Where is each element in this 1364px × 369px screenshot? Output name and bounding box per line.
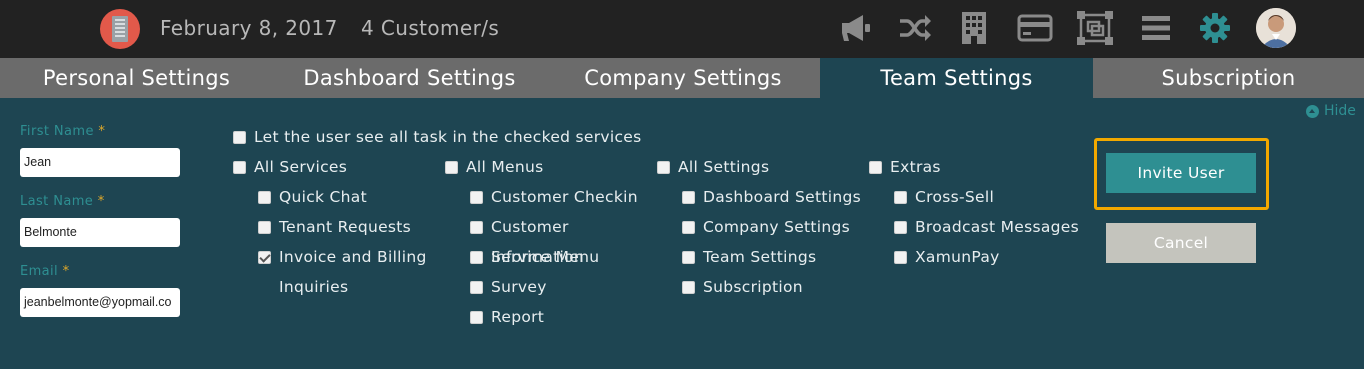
checkbox-icon xyxy=(682,190,695,204)
building-logo-icon[interactable] xyxy=(100,9,140,49)
menu-icon[interactable] xyxy=(1141,11,1171,45)
checkbox-icon xyxy=(233,130,246,144)
megaphone-icon[interactable] xyxy=(838,11,874,45)
chevron-up-icon xyxy=(1306,104,1319,118)
cancel-button[interactable]: Cancel xyxy=(1106,223,1256,263)
checkbox-icon xyxy=(258,190,271,204)
team-settings-checkbox[interactable]: Team Settings xyxy=(682,248,816,266)
checkmark-icon xyxy=(258,250,271,264)
checkbox-icon xyxy=(470,250,483,264)
checkbox-icon xyxy=(869,160,882,174)
see-all-tasks-checkbox[interactable]: Let the user see all task in the checked… xyxy=(233,128,642,146)
checkbox-icon xyxy=(894,220,907,234)
report-checkbox[interactable]: Report xyxy=(470,308,544,326)
checkbox-icon xyxy=(470,190,483,204)
extras-checkbox[interactable]: Extras xyxy=(869,158,941,176)
checkbox-icon xyxy=(445,160,458,174)
credit-card-icon[interactable] xyxy=(1017,11,1053,45)
checkbox-icon xyxy=(258,220,271,234)
first-name-field[interactable]: Jean xyxy=(20,148,180,177)
checkbox-icon xyxy=(682,280,695,294)
all-services-checkbox[interactable]: All Services xyxy=(233,158,347,176)
tenant-requests-checkbox[interactable]: Tenant Requests xyxy=(258,218,411,236)
broadcast-messages-checkbox[interactable]: Broadcast Messages xyxy=(894,218,1079,236)
gear-icon[interactable] xyxy=(1199,11,1231,45)
quick-chat-checkbox[interactable]: Quick Chat xyxy=(258,188,367,206)
settings-tabs: Personal Settings Dashboard Settings Com… xyxy=(0,58,1364,98)
customer-information-checkbox[interactable]: Customer xyxy=(470,218,569,236)
email-field[interactable]: jeanbelmonte@yopmail.co xyxy=(20,288,180,317)
checkbox-icon xyxy=(470,220,483,234)
last-name-label: Last Name * xyxy=(20,194,105,209)
shuffle-icon[interactable] xyxy=(897,11,933,45)
invite-user-button[interactable]: Invite User xyxy=(1106,153,1256,193)
email-label: Email * xyxy=(20,264,70,279)
checkbox-icon xyxy=(233,160,246,174)
current-date: February 8, 2017 xyxy=(160,16,338,40)
tab-personal-settings[interactable]: Personal Settings xyxy=(0,58,273,98)
checkbox-icon xyxy=(894,190,907,204)
top-bar: February 8, 2017 4 Customer/s xyxy=(0,0,1364,58)
company-settings-checkbox[interactable]: Company Settings xyxy=(682,218,850,236)
checkbox-icon xyxy=(682,250,695,264)
checkbox-icon xyxy=(470,280,483,294)
checkbox-icon xyxy=(470,310,483,324)
survey-checkbox[interactable]: Survey xyxy=(470,278,547,296)
subscription-checkbox[interactable]: Subscription xyxy=(682,278,803,296)
tab-company-settings[interactable]: Company Settings xyxy=(546,58,820,98)
tab-team-settings[interactable]: Team Settings xyxy=(820,58,1093,98)
checkbox-icon xyxy=(894,250,907,264)
invoice-billing-checkbox[interactable]: Invoice and Billing xyxy=(258,248,427,266)
checkbox-icon xyxy=(682,220,695,234)
tab-subscription[interactable]: Subscription xyxy=(1093,58,1364,98)
customer-checkin-checkbox[interactable]: Customer Checkin xyxy=(470,188,638,206)
dashboard-settings-checkbox[interactable]: Dashboard Settings xyxy=(682,188,861,206)
checkbox-icon xyxy=(657,160,670,174)
xamunpay-checkbox[interactable]: XamunPay xyxy=(894,248,1000,266)
hide-link[interactable]: Hide xyxy=(1306,103,1356,119)
customer-count: 4 Customer/s xyxy=(361,16,500,40)
all-menus-checkbox[interactable]: All Menus xyxy=(445,158,543,176)
cross-sell-checkbox[interactable]: Cross-Sell xyxy=(894,188,994,206)
building-icon[interactable] xyxy=(960,11,988,45)
invoice-billing-label-cont: Inquiries xyxy=(279,278,349,296)
service-menu-checkbox[interactable]: Information Service Menu xyxy=(470,248,599,266)
transform-icon[interactable] xyxy=(1076,11,1114,45)
avatar[interactable] xyxy=(1256,8,1296,48)
first-name-label: First Name * xyxy=(20,124,106,139)
all-settings-checkbox[interactable]: All Settings xyxy=(657,158,769,176)
hide-label: Hide xyxy=(1324,103,1356,119)
tab-dashboard-settings[interactable]: Dashboard Settings xyxy=(273,58,546,98)
service-menu-label: Service Menu xyxy=(491,248,600,266)
last-name-field[interactable]: Belmonte xyxy=(20,218,180,247)
